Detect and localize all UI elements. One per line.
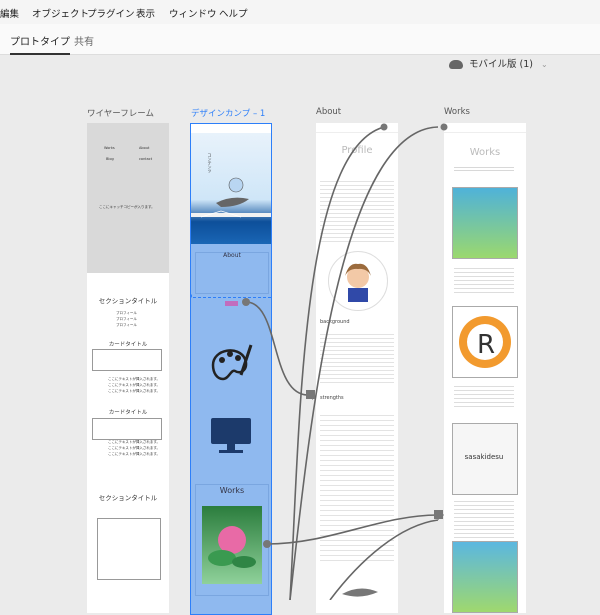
- menu-edit[interactable]: 編集: [0, 6, 19, 20]
- wire-card-image-2: [92, 418, 162, 440]
- works-logo-text: sasakidesu: [464, 453, 504, 461]
- wire-card-text-2a: ここにテキストが挿入されます。: [108, 440, 161, 444]
- wire-catch: ここにキャッチコピーが入ります。: [99, 205, 155, 209]
- wire-nav-about[interactable]: About: [139, 146, 149, 151]
- wire-profile-2: プロフィール: [116, 317, 137, 321]
- fish-illustration: [342, 588, 378, 597]
- wire-nav-contact[interactable]: contact: [139, 157, 152, 162]
- menu-object[interactable]: オブジェクト: [32, 6, 89, 20]
- about-header: [316, 123, 398, 133]
- comp-scroll-guide[interactable]: [193, 297, 271, 298]
- works-intro-text: [454, 165, 514, 173]
- svg-text:R: R: [477, 330, 495, 360]
- about-intro-text: [320, 178, 394, 243]
- wire-card-text-2b: ここにテキストが挿入されます。: [108, 446, 161, 450]
- artboard-works[interactable]: Works R sasakidesu: [444, 123, 526, 613]
- comp-about-title: About: [223, 252, 241, 259]
- wire-card-image-1: [92, 349, 162, 371]
- works-header: [444, 123, 526, 133]
- works-thumb-r-logo[interactable]: R: [452, 306, 518, 378]
- comp-hotspot[interactable]: [225, 301, 238, 306]
- about-background-heading: background: [320, 319, 350, 325]
- comp-header: [191, 124, 271, 133]
- wire-hero: [87, 123, 169, 273]
- tab-share[interactable]: 共有: [74, 33, 94, 48]
- menu-bar: 編集 オブジェクト プラグイン 表示 ウィンドウ ヘルプ: [0, 0, 600, 24]
- artboard-wireframe[interactable]: Works About Blog contact ここにキャッチコピーが入ります…: [87, 123, 169, 613]
- wire-card-text-1a: ここにテキストが挿入されます。: [108, 377, 161, 381]
- about-fish-image: [340, 578, 380, 604]
- artboard-label-wire[interactable]: ワイヤーフレーム: [87, 107, 154, 119]
- wire-card-title-1: カードタイトル: [108, 342, 148, 348]
- about-title: Profile: [341, 145, 373, 156]
- about-strengths-heading: strengths: [320, 395, 344, 401]
- connector-about-arrow: [308, 390, 313, 400]
- comp-hero-illustration: コンテンツ: [191, 153, 271, 218]
- wire-nav-works[interactable]: Works: [104, 146, 115, 151]
- about-strengths-text: [320, 411, 394, 561]
- comp-scroll-handle[interactable]: [191, 294, 192, 298]
- r-logo-illustration: R: [459, 316, 511, 368]
- menu-view[interactable]: 表示: [136, 6, 155, 20]
- connector-anchor-works: [434, 510, 443, 519]
- device-label: モバイル版 (1): [469, 59, 533, 70]
- works-thumb-lotus[interactable]: [452, 187, 518, 259]
- wire-profile-1: プロフィール: [116, 311, 137, 315]
- menu-help[interactable]: ヘルプ: [219, 6, 248, 20]
- connector-anchor-about: [306, 390, 315, 399]
- about-background-text: [320, 331, 394, 386]
- menu-window[interactable]: ウィンドウ: [169, 6, 217, 20]
- chevron-down-icon: ⌄: [540, 60, 548, 69]
- works-caption-1: [454, 265, 514, 295]
- avatar-illustration: [345, 263, 371, 302]
- cloud-icon: [449, 60, 463, 69]
- about-avatar: [328, 251, 388, 311]
- svg-text:コンテンツ: コンテンツ: [208, 153, 213, 173]
- wire-image-placeholder: [97, 518, 161, 580]
- works-caption-3: [454, 498, 514, 538]
- palette-icon: [211, 344, 253, 381]
- tab-prototype[interactable]: プロトタイプ: [10, 33, 70, 55]
- comp-works-image: [202, 506, 262, 584]
- works-title: Works: [469, 147, 501, 158]
- wire-section-title-1: セクションタイトル: [98, 297, 158, 305]
- wire-section-title-2: セクションタイトル: [98, 494, 158, 502]
- menu-plugin[interactable]: プラグイン: [87, 6, 135, 20]
- artboard-label-comp[interactable]: デザインカンプ – 1: [191, 107, 265, 119]
- artboard-about[interactable]: Profile background strengths: [316, 123, 398, 613]
- works-thumb-lotus-2[interactable]: [452, 541, 518, 613]
- wire-card-text-1b: ここにテキストが挿入されます。: [108, 383, 161, 387]
- device-selector[interactable]: モバイル版 (1) ⌄: [449, 56, 548, 70]
- lotus-illustration: [208, 526, 256, 568]
- wire-card-title-2: カードタイトル: [108, 410, 148, 416]
- monitor-icon: [211, 418, 251, 453]
- wire-card-text-1c: ここにテキストが挿入されます。: [108, 389, 161, 393]
- wire-nav-blog[interactable]: Blog: [106, 157, 114, 162]
- artboard-design-comp[interactable]: コンテンツ About Works: [190, 123, 272, 615]
- artboard-label-works[interactable]: Works: [444, 107, 470, 117]
- mode-tabbar: プロトタイプ 共有 モバイル版 (1) ⌄: [0, 24, 600, 70]
- wire-card-text-2c: ここにテキストが挿入されます。: [108, 452, 161, 456]
- comp-hero-image: コンテンツ: [191, 133, 271, 244]
- comp-works-title: Works: [219, 486, 245, 495]
- works-caption-2: [454, 383, 514, 407]
- wire-profile-3: プロフィール: [116, 323, 137, 327]
- artboard-label-about[interactable]: About: [316, 107, 341, 117]
